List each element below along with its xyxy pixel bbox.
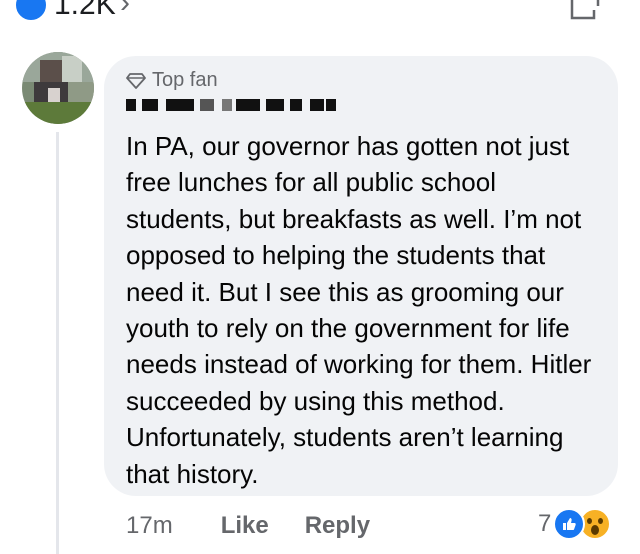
comment-text: In PA, our governor has gotten not just …: [126, 131, 592, 489]
comment-timestamp[interactable]: 17m: [126, 512, 173, 540]
like-reaction-icon: [14, 0, 48, 22]
reply-button[interactable]: Reply: [305, 512, 370, 540]
author-name-redacted[interactable]: [126, 95, 336, 113]
top-fan-badge: Top fan: [126, 68, 218, 92]
like-reaction-icon: [553, 508, 586, 540]
badge-label: Top fan: [152, 68, 218, 91]
comment-reactions[interactable]: 7: [538, 508, 612, 540]
diamond-icon: [126, 73, 146, 89]
thumbs-up-icon: [563, 518, 577, 530]
post-reaction-count[interactable]: 1.2K: [54, 0, 116, 22]
avatar[interactable]: [22, 52, 94, 124]
chevron-right-icon[interactable]: ›: [120, 0, 130, 20]
comment-actions: 17m Like Reply: [126, 510, 370, 542]
top-bar: 1.2K ›: [0, 0, 640, 24]
like-button[interactable]: Like: [221, 512, 269, 540]
thread-line: [56, 132, 59, 554]
comment-reaction-count: 7: [538, 510, 552, 537]
share-icon[interactable]: [570, 0, 600, 20]
